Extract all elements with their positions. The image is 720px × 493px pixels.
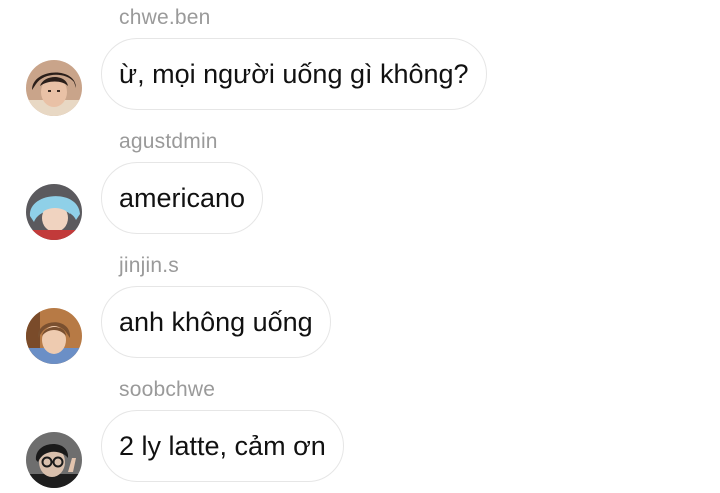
message-bubble[interactable]: 2 ly latte, cảm ơn	[101, 410, 344, 482]
message-bubble[interactable]: americano	[101, 162, 264, 234]
chat-message: jinjin.s anh không uống	[0, 248, 720, 372]
message-username[interactable]: chwe.ben	[119, 6, 211, 30]
chat-thread: chwe.ben ừ, mọi người uống gì không? agu…	[0, 0, 720, 493]
user-avatar-icon[interactable]	[26, 432, 82, 488]
message-bubble[interactable]: ừ, mọi người uống gì không?	[101, 38, 487, 110]
chat-message: soobchwe 2 ly latte, cảm ơn	[0, 372, 720, 493]
user-avatar-icon[interactable]	[26, 308, 82, 364]
chat-message: chwe.ben ừ, mọi người uống gì không?	[0, 0, 720, 124]
message-username[interactable]: agustdmin	[119, 130, 218, 154]
message-username[interactable]: soobchwe	[119, 378, 215, 402]
message-username[interactable]: jinjin.s	[119, 254, 179, 278]
user-avatar-icon[interactable]	[26, 184, 82, 240]
chat-message: agustdmin americano	[0, 124, 720, 248]
user-avatar-icon[interactable]	[26, 60, 82, 116]
message-bubble[interactable]: anh không uống	[101, 286, 331, 358]
